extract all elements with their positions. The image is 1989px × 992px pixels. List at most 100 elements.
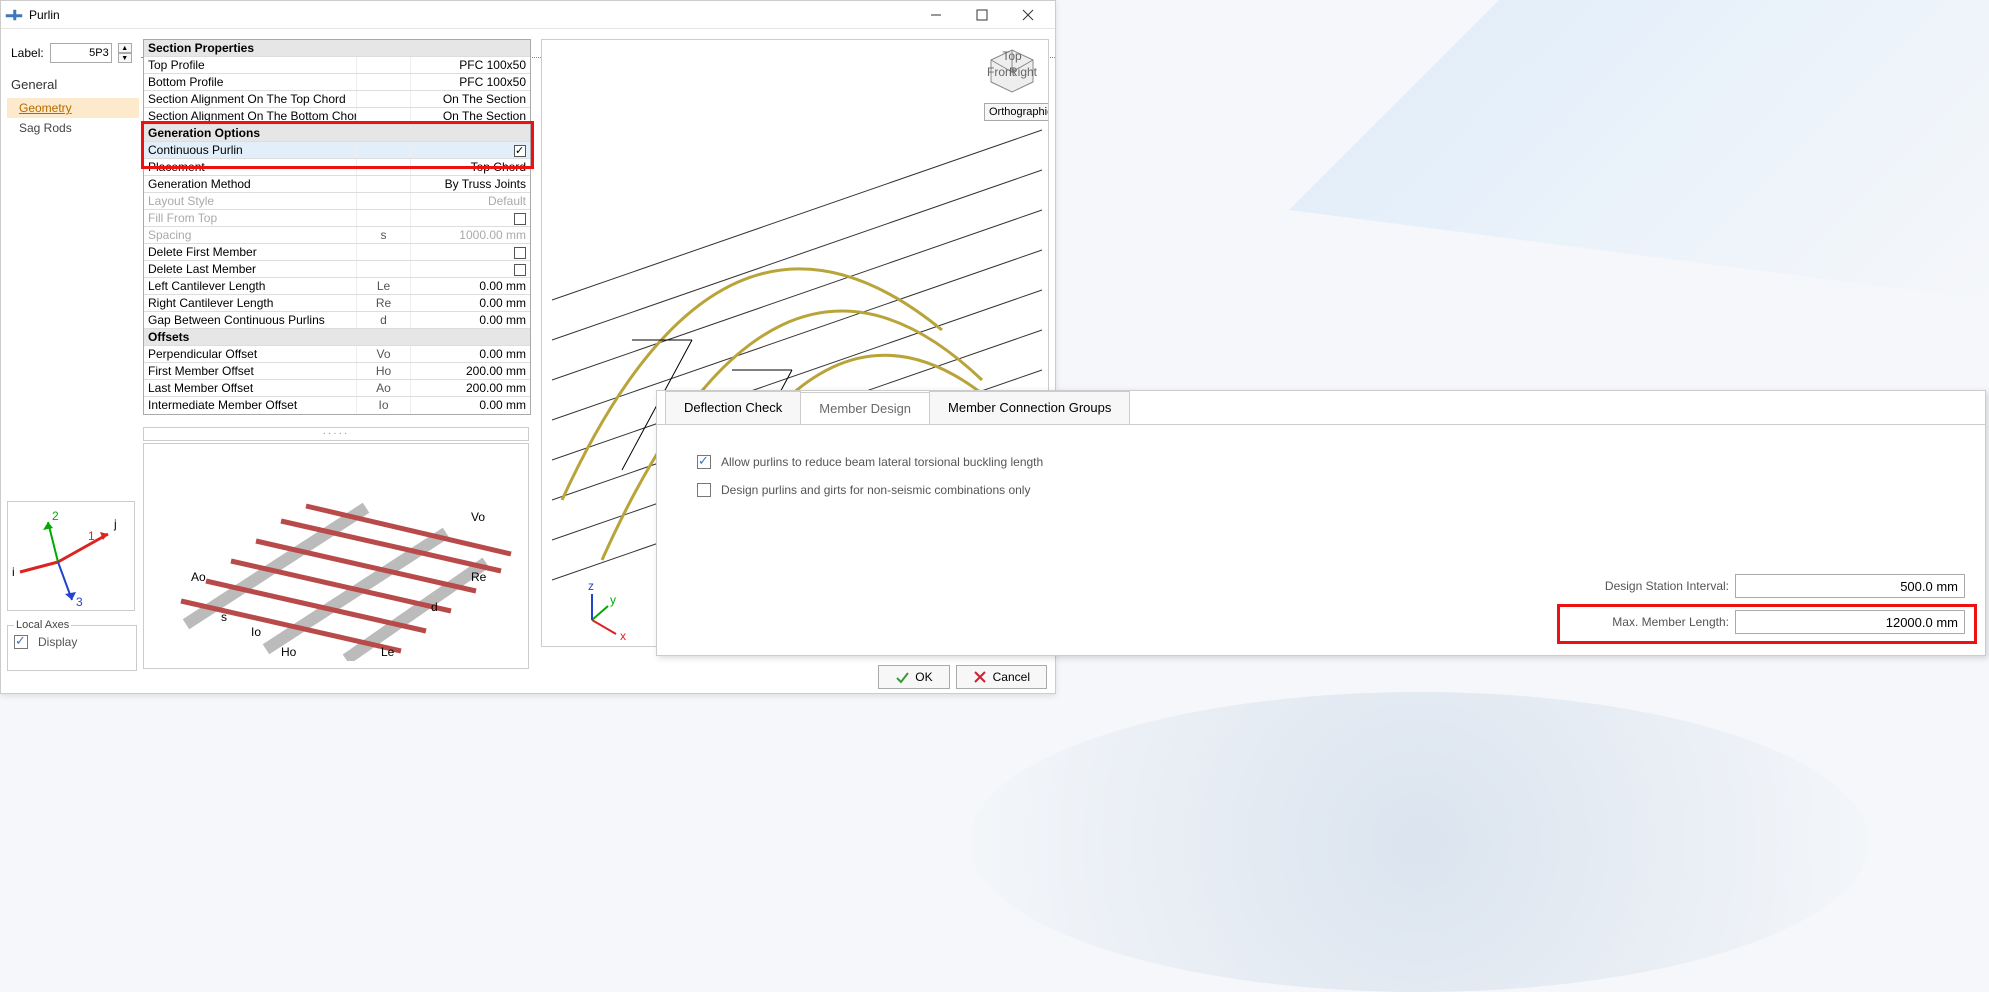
svg-text:3: 3 [76,595,83,609]
tab-member-connection-groups[interactable]: Member Connection Groups [929,391,1130,424]
svg-text:y: y [610,593,616,607]
dialog-footer: OK Cancel [878,665,1047,689]
property-grid: Section PropertiesTop ProfilePFC 100x50B… [143,39,531,415]
propgrid-value[interactable] [410,261,530,277]
propgrid-row[interactable]: Generation Method By Truss Joints [144,176,530,193]
propgrid-name: Placement [144,159,356,175]
ok-button[interactable]: OK [878,665,949,689]
propgrid-value[interactable]: On The Section [410,91,530,107]
propgrid-value[interactable]: 200.00 mm [410,363,530,379]
allow-purlins-checkbox[interactable] [697,455,711,469]
tab-member-design[interactable]: Member Design [800,392,930,425]
local-axes-fieldset: Local Axes Display [7,619,137,671]
propgrid-value[interactable]: 1000.00 mm [410,227,530,243]
propgrid-value[interactable]: 0.00 mm [410,278,530,294]
local-axes-legend: Local Axes [14,619,71,631]
design-nonseismic-row: Design purlins and girts for non-seismic… [697,483,1945,497]
propgrid-symbol: Le [356,278,410,294]
display-label: Display [38,635,77,649]
svg-text:2: 2 [52,509,59,523]
stepper-up-icon[interactable]: ▲ [118,43,132,53]
minimize-button[interactable] [913,1,959,29]
local-axes-widget: 1 2 3 i j [7,501,135,611]
propgrid-value[interactable]: Top Chord [410,159,530,175]
propgrid-value[interactable] [410,244,530,260]
propgrid-row[interactable]: Continuous Purlin [144,142,530,159]
nav-item-geometry[interactable]: Geometry [7,98,139,118]
propgrid-row[interactable]: Left Cantilever LengthLe0.00 mm [144,278,530,295]
tab-deflection-check[interactable]: Deflection Check [665,391,801,424]
propgrid-checkbox[interactable] [514,264,526,276]
cancel-button[interactable]: Cancel [956,665,1047,689]
propgrid-row[interactable]: Intermediate Member OffsetIo0.00 mm [144,397,530,414]
member-design-panel: Deflection Check Member Design Member Co… [656,390,1986,656]
view-cube[interactable]: Top Right Front Orthographic [984,46,1040,121]
display-checkbox[interactable] [14,635,28,649]
propgrid-symbol [356,142,410,158]
propgrid-row[interactable]: Delete First Member [144,244,530,261]
label-Io: Io [251,625,261,639]
propgrid-value[interactable]: PFC 100x50 [410,74,530,90]
propgrid-row[interactable]: Fill From Top [144,210,530,227]
propgrid-row[interactable]: Spacings1000.00 mm [144,227,530,244]
label-stepper[interactable]: ▲ ▼ [118,43,132,63]
svg-text:x: x [620,629,626,643]
description-splitter[interactable]: ····· [143,427,529,441]
propgrid-row[interactable]: Gap Between Continuous Purlinsd0.00 mm [144,312,530,329]
propgrid-value[interactable]: 0.00 mm [410,312,530,328]
propgrid-value[interactable]: Default [410,193,530,209]
propgrid-row[interactable]: Bottom ProfilePFC 100x50 [144,74,530,91]
cancel-label: Cancel [993,670,1030,684]
max-member-length-input[interactable] [1735,610,1965,634]
propgrid-checkbox[interactable] [514,247,526,259]
label-Re: Re [471,570,487,584]
propgrid-row[interactable]: Placement Top Chord [144,159,530,176]
tab-body: Allow purlins to reduce beam lateral tor… [657,424,1985,652]
propgrid-symbol [356,159,410,175]
propgrid-name: Delete First Member [144,244,356,260]
propgrid-value[interactable] [410,210,530,226]
propgrid-value[interactable]: On The Section [410,108,530,124]
maximize-button[interactable] [959,1,1005,29]
orthographic-button[interactable]: Orthographic [984,103,1049,121]
propgrid-row[interactable]: Perpendicular OffsetVo0.00 mm [144,346,530,363]
svg-text:i: i [12,565,15,579]
propgrid-value[interactable]: 0.00 mm [410,397,530,414]
nav-item-sag-rods[interactable]: Sag Rods [7,118,139,138]
propgrid-value[interactable]: PFC 100x50 [410,57,530,73]
propgrid-symbol [356,261,410,277]
propgrid-symbol: Ho [356,363,410,379]
propgrid-symbol [356,244,410,260]
design-station-interval-input[interactable] [1735,574,1965,598]
close-button[interactable] [1005,1,1051,29]
nav-panel: General Geometry Sag Rods [7,71,139,138]
propgrid-value[interactable] [410,142,530,158]
propgrid-row[interactable]: Delete Last Member [144,261,530,278]
propgrid-row[interactable]: First Member OffsetHo200.00 mm [144,363,530,380]
propgrid-checkbox[interactable] [514,145,526,157]
propgrid-value[interactable]: 200.00 mm [410,380,530,396]
propgrid-value[interactable]: By Truss Joints [410,176,530,192]
propgrid-row[interactable]: Top ProfilePFC 100x50 [144,57,530,74]
design-nonseismic-checkbox[interactable] [697,483,711,497]
propgrid-value[interactable]: 0.00 mm [410,346,530,362]
label-caption: Label: [11,46,44,60]
propgrid-name: Generation Method [144,176,356,192]
propgrid-name: Delete Last Member [144,261,356,277]
propgrid-row[interactable]: Last Member OffsetAo200.00 mm [144,380,530,397]
propgrid-value[interactable]: 0.00 mm [410,295,530,311]
tabs: Deflection Check Member Design Member Co… [657,391,1985,424]
propgrid-row[interactable]: Layout StyleDefault [144,193,530,210]
propgrid-name: Spacing [144,227,356,243]
propgrid-symbol [356,210,410,226]
propgrid-row[interactable]: Right Cantilever LengthRe0.00 mm [144,295,530,312]
design-nonseismic-label: Design purlins and girts for non-seismic… [721,483,1030,497]
propgrid-row[interactable]: Section Alignment On The Bottom ChordOn … [144,108,530,125]
propgrid-checkbox[interactable] [514,213,526,225]
stepper-down-icon[interactable]: ▼ [118,53,132,63]
propgrid-name: Perpendicular Offset [144,346,356,362]
check-icon [895,670,909,684]
propgrid-row[interactable]: Section Alignment On The Top ChordOn The… [144,91,530,108]
label-input[interactable] [50,43,112,63]
propgrid-symbol: Vo [356,346,410,362]
